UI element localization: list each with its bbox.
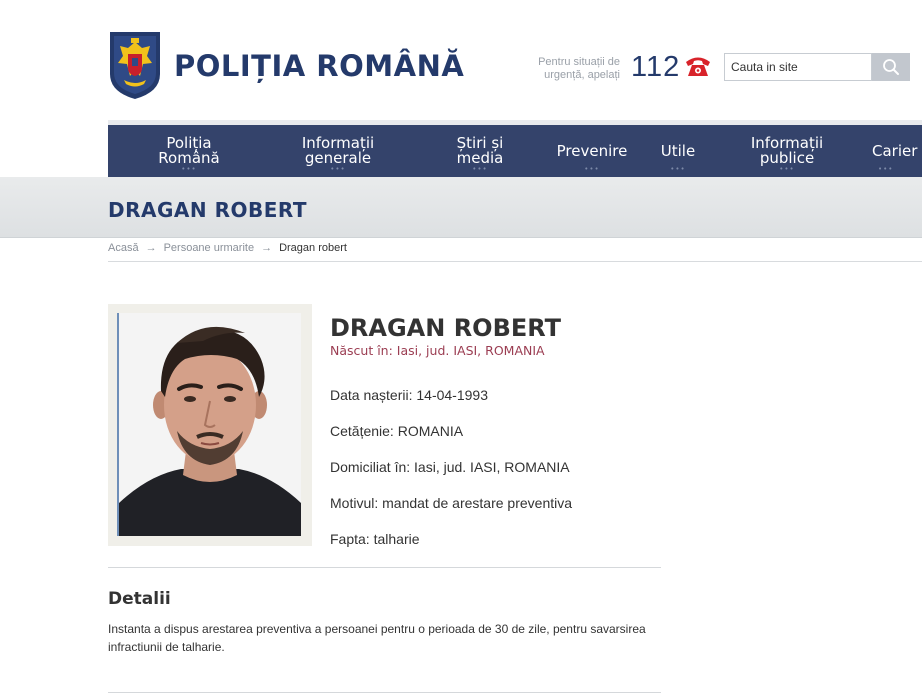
nav-dots: ••• xyxy=(878,165,894,173)
breadcrumb: Acasă → Persoane urmarite → Dragan rober… xyxy=(108,242,347,254)
nav-item-label: Informații publice xyxy=(750,134,824,167)
nav-item-label: Știri și media xyxy=(456,134,504,167)
details-heading: Detalii xyxy=(108,589,171,609)
person-birthplace: Născut în: Iasi, jud. IASI, ROMANIA xyxy=(330,343,545,358)
nav-dots: ••• xyxy=(779,165,795,173)
details-top-divider xyxy=(108,567,661,568)
nav-dots: ••• xyxy=(330,165,346,173)
emergency-text: Pentru situații de urgență, apelați xyxy=(538,56,620,81)
arrow-right-icon: → xyxy=(145,242,157,254)
nav-item-label: Poliția Română xyxy=(158,134,220,167)
nav-item-prevenire[interactable]: Prevenire ••• xyxy=(552,125,632,177)
info-row-citizenship: Cetățenie: ROMANIA xyxy=(330,423,463,439)
breadcrumb-current: Dragan robert xyxy=(279,242,347,254)
nav-item-label: Utile xyxy=(660,141,696,160)
info-value: 14-04-1993 xyxy=(416,387,488,403)
nav-dots: ••• xyxy=(584,165,600,173)
breadcrumb-divider xyxy=(108,261,922,262)
nav-dots: ••• xyxy=(670,165,686,173)
site-name: POLIȚIA ROMÂNĂ xyxy=(174,48,465,83)
nav-item-politia-romana[interactable]: Poliția Română ••• xyxy=(148,125,230,177)
info-row-domicile: Domiciliat în: Iasi, jud. IASI, ROMANIA xyxy=(330,459,570,475)
info-label: Domiciliat în: xyxy=(330,459,411,475)
person-name: DRAGAN ROBERT xyxy=(330,314,562,342)
details-bottom-divider xyxy=(108,692,661,693)
nav-item-stiri-media[interactable]: Știri și media ••• xyxy=(438,125,522,177)
nav-dots: ••• xyxy=(181,165,197,173)
nav-item-label: Carier xyxy=(872,141,918,160)
page-title: DRAGAN ROBERT xyxy=(108,198,308,222)
info-label: Fapta: xyxy=(330,531,370,547)
breadcrumb-home-link[interactable]: Acasă xyxy=(108,242,139,254)
info-label: Motivul: xyxy=(330,495,379,511)
nav-dots: ••• xyxy=(472,165,488,173)
nav-item-cariera[interactable]: Carier ••• xyxy=(872,125,922,177)
info-row-reason: Motivul: mandat de arestare preventiva xyxy=(330,495,572,511)
site-logo[interactable]: POLIȚIA ROMÂNĂ xyxy=(108,30,464,101)
search-button[interactable] xyxy=(872,53,910,81)
info-label: Data nașterii: xyxy=(330,387,413,403)
nav-item-utile[interactable]: Utile ••• xyxy=(652,125,704,177)
main-navigation: Poliția Română ••• Informații generale •… xyxy=(108,125,922,177)
info-value: ROMANIA xyxy=(397,423,464,439)
details-text: Instanta a dispus arestarea preventiva a… xyxy=(108,622,646,654)
info-value: mandat de arestare preventiva xyxy=(382,495,573,511)
nav-item-informatii-publice[interactable]: Informații publice ••• xyxy=(738,125,836,177)
nav-item-informatii-generale[interactable]: Informații generale ••• xyxy=(290,125,386,177)
coat-of-arms-icon xyxy=(110,32,160,99)
info-value: Iasi, jud. IASI, ROMANIA xyxy=(414,459,570,475)
breadcrumb-section-link[interactable]: Persoane urmarite xyxy=(164,242,255,254)
person-photo xyxy=(117,313,301,536)
info-row-birthdate: Data nașterii: 14-04-1993 xyxy=(330,387,488,403)
nav-item-label: Prevenire xyxy=(556,141,628,160)
search-input[interactable] xyxy=(724,53,872,81)
nav-item-label: Informații generale xyxy=(301,134,375,167)
info-label: Cetățenie: xyxy=(330,423,394,439)
emergency-number: 112 xyxy=(631,51,681,83)
info-value: talharie xyxy=(373,531,420,547)
phone-icon xyxy=(686,57,710,76)
info-row-offense: Fapta: talharie xyxy=(330,531,420,547)
person-portrait-icon xyxy=(119,313,301,536)
arrow-right-icon: → xyxy=(261,242,273,254)
search-icon xyxy=(883,59,899,75)
